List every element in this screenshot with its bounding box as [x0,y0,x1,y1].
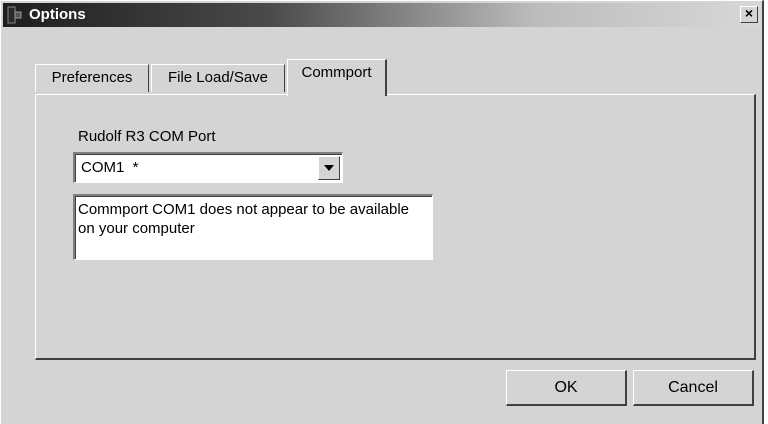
app-icon [7,6,23,24]
ok-label: OK [554,379,578,396]
cancel-button[interactable]: Cancel [633,370,754,406]
status-message: Commport COM1 does not appear to be avai… [78,201,410,237]
com-port-label: Rudolf R3 COM Port [78,128,216,145]
tab-file-load-save[interactable]: File Load/Save [151,64,285,92]
tab-label: Commport [301,64,372,81]
close-button[interactable]: × [740,6,758,23]
com-port-value: COM1 * [81,159,139,176]
tab-label: Preferences [51,69,133,86]
tab-preferences[interactable]: Preferences [35,64,149,92]
window-title: Options [29,6,86,23]
com-port-dropdown-button[interactable] [318,156,340,180]
title-bar[interactable]: Options × [3,3,762,27]
cancel-label: Cancel [668,379,718,396]
ok-button[interactable]: OK [506,370,627,406]
options-dialog: Options × Preferences File Load/Save Com… [0,0,764,424]
com-port-select[interactable]: COM1 * [73,152,343,183]
chevron-down-icon [324,165,334,171]
close-icon: × [744,5,754,21]
status-message-box: Commport COM1 does not appear to be avai… [73,194,433,260]
tab-commport[interactable]: Commport [287,59,387,96]
tab-label: File Load/Save [167,69,269,86]
